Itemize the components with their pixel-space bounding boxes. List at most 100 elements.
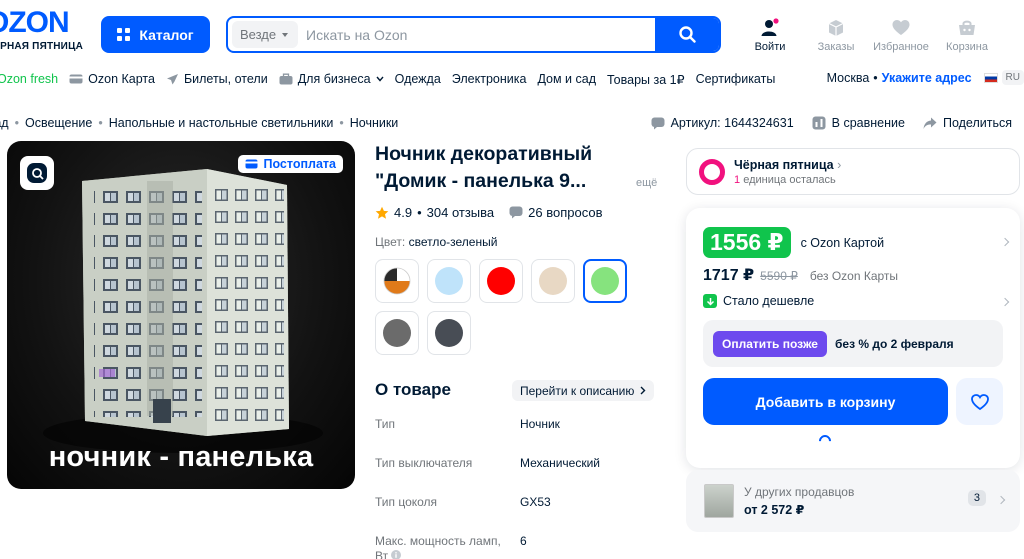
- breadcrumb-separator: •: [339, 116, 344, 130]
- favorite-button[interactable]: [956, 378, 1003, 425]
- info-icon[interactable]: [391, 550, 402, 559]
- stock-text: единица осталась: [743, 173, 836, 186]
- location-selector[interactable]: Москва • Укажите адрес RU: [827, 70, 1024, 85]
- cart-button[interactable]: Корзина: [937, 18, 997, 53]
- favorites-button[interactable]: Избранное: [871, 18, 931, 53]
- compare-button[interactable]: В сравнение: [812, 116, 905, 130]
- search-scope-select[interactable]: Везде: [232, 21, 298, 48]
- swatch-dark-gray[interactable]: [427, 311, 471, 355]
- logo-text: OZON: [0, 6, 70, 39]
- color-value: светло-зеленый: [408, 235, 498, 249]
- reviews-link[interactable]: 304 отзыва: [427, 205, 495, 220]
- share-icon: [923, 117, 937, 129]
- swatch-light-green[interactable]: [583, 259, 627, 303]
- chevron-right-icon: ›: [837, 157, 842, 172]
- sku-text: Артикул: 1644324631: [670, 116, 794, 130]
- login-button[interactable]: Войти: [740, 18, 800, 53]
- nav-item-home-garden[interactable]: Дом и сад: [537, 72, 596, 86]
- nav-item-label: Для бизнеса: [297, 72, 371, 86]
- stock-left: 1 единица осталась: [734, 174, 841, 186]
- search-button[interactable]: [655, 18, 719, 51]
- about-title: О товаре: [375, 380, 451, 399]
- nav-item-certificates[interactable]: Сертификаты: [696, 72, 776, 86]
- product-title: Ночник декоративный "Домик - панелька 9.…: [375, 143, 593, 192]
- breadcrumb-item[interactable]: Дом и сад: [0, 116, 9, 130]
- swatch-light-blue[interactable]: [427, 259, 471, 303]
- swatch-dot: [539, 267, 567, 295]
- other-sellers[interactable]: У других продавцов от 2 572 ₽ 3: [686, 470, 1020, 532]
- add-to-cart-button[interactable]: Добавить в корзину: [703, 378, 948, 425]
- nav-item-one-ruble[interactable]: Товары за 1₽: [607, 72, 685, 87]
- share-button[interactable]: Поделиться: [923, 116, 1012, 130]
- spec-row: Тип выключателя Механический: [375, 453, 665, 492]
- black-friday-banner[interactable]: Чёрная пятница › 1 единица осталась: [686, 148, 1020, 195]
- sellers-count-badge: 3: [967, 490, 986, 506]
- star-icon: [375, 206, 389, 219]
- rating-value: 4.9: [394, 205, 413, 220]
- swatch-dot: [487, 267, 515, 295]
- swatch-beige[interactable]: [531, 259, 575, 303]
- briefcase-icon: [279, 73, 293, 85]
- chevron-right-icon: [996, 495, 1006, 505]
- address-link[interactable]: Укажите адрес: [882, 71, 972, 85]
- rating-bar: 4.9 • 304 отзыва 26 вопросов: [375, 205, 602, 220]
- product-image: [43, 169, 323, 453]
- postpay-badge[interactable]: Постоплата: [238, 155, 343, 173]
- go-to-description-button[interactable]: Перейти к описанию: [512, 380, 655, 401]
- product-gallery[interactable]: Постоплата ночник - панелька: [7, 141, 355, 489]
- chevron-down-icon: [282, 32, 289, 37]
- top-nav: Ozon fresh Ozon Карта Билеты, отели Для …: [0, 70, 786, 88]
- spec-key: Тип выключателя: [375, 456, 473, 470]
- product-meta-bar: Артикул: 1644324631 В сравнение Поделить…: [651, 116, 1012, 130]
- spec-key: Макс. мощность ламп, Вт: [375, 534, 510, 559]
- heart-icon: [970, 393, 989, 410]
- breadcrumb-item[interactable]: Освещение: [25, 116, 92, 130]
- image-search-button[interactable]: [20, 156, 54, 190]
- buy-box: 1556 ₽ с Ozon Картой 1717 ₽ 5590 ₽ без O…: [686, 208, 1020, 468]
- catalog-label: Каталог: [139, 26, 194, 43]
- language-badge[interactable]: RU: [1001, 70, 1024, 85]
- chevron-right-icon: [640, 386, 646, 395]
- nav-item-tickets[interactable]: Билеты, отели: [166, 72, 268, 86]
- search-icon: [678, 26, 696, 43]
- price-drop-row[interactable]: Стало дешевле: [703, 294, 814, 308]
- image-search-icon: [27, 163, 47, 183]
- card-price-row[interactable]: 1556 ₽ с Ozon Картой: [703, 227, 884, 258]
- compare-icon: [812, 116, 826, 130]
- breadcrumb-item[interactable]: Напольные и настольные светильники: [109, 116, 334, 130]
- nav-item-electronics[interactable]: Электроника: [452, 72, 527, 86]
- spec-key: Тип: [375, 417, 396, 431]
- card-price-note: с Ozon Картой: [800, 235, 885, 250]
- swatch-red[interactable]: [479, 259, 523, 303]
- swatch-multicolor[interactable]: [375, 259, 419, 303]
- ozon-logo[interactable]: OZON ЧЕРНАЯ ПЯТНИЦА: [0, 6, 90, 53]
- questions-link[interactable]: 26 вопросов: [509, 205, 602, 220]
- orders-label: Заказы: [817, 41, 855, 53]
- sku-copy[interactable]: Артикул: 1644324631: [651, 116, 794, 130]
- swatch-dot: [383, 319, 411, 347]
- spec-value: Ночник: [520, 417, 560, 431]
- wallet-icon: [245, 159, 258, 169]
- search-scope-value: Везде: [240, 27, 277, 42]
- search-input[interactable]: [298, 19, 655, 50]
- chat-icon: [651, 117, 665, 129]
- nav-item-ozon-card[interactable]: Ozon Карта: [69, 72, 155, 86]
- pay-later-button[interactable]: Оплатить позже: [713, 330, 827, 357]
- regular-price: 1717 ₽: [703, 267, 755, 284]
- breadcrumb-item[interactable]: Ночники: [350, 116, 399, 130]
- spec-list: Тип Ночник Тип выключателя Механический …: [375, 414, 665, 559]
- arrow-down-icon: [703, 294, 717, 308]
- price-drop-label: Стало дешевле: [723, 294, 815, 308]
- user-icon: [761, 18, 779, 36]
- title-more-link[interactable]: ещё: [636, 177, 657, 189]
- seller-thumbnail: [704, 484, 734, 518]
- black-friday-title-text: Чёрная пятница: [734, 157, 834, 172]
- nav-item-ozon-fresh[interactable]: Ozon fresh: [0, 72, 58, 86]
- swatch-gray[interactable]: [375, 311, 419, 355]
- nav-item-clothes[interactable]: Одежда: [395, 72, 441, 86]
- swatch-dot: [435, 267, 463, 295]
- orders-button[interactable]: Заказы: [806, 18, 866, 53]
- nav-item-business[interactable]: Для бизнеса: [279, 72, 384, 86]
- catalog-button[interactable]: Каталог: [101, 16, 210, 53]
- search-bar: Везде: [226, 16, 721, 53]
